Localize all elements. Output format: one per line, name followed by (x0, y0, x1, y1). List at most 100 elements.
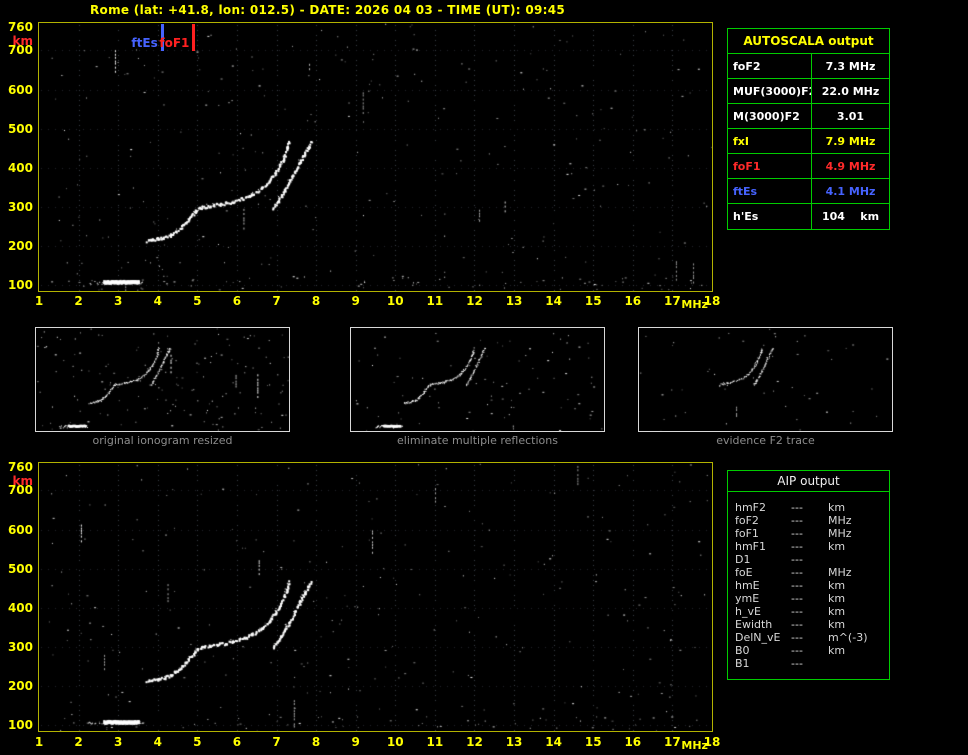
aip-param-name: B1 (735, 657, 750, 670)
x-tick-7: 7 (272, 735, 281, 749)
y-axis-unit-km: km (12, 34, 33, 48)
autoscala-param-label: M(3000)F2 (728, 104, 812, 128)
x-tick-5: 5 (193, 294, 202, 308)
y-tick-600: 600 (7, 82, 33, 97)
x-tick-11: 11 (426, 294, 444, 308)
ftEs-marker-label: ftEs (131, 36, 158, 50)
y-axis-unit-km: km (12, 474, 33, 488)
caption-eliminate-reflections: eliminate multiple reflections (397, 434, 558, 447)
x-tick-15: 15 (584, 735, 602, 749)
aip-param-value: --- (791, 644, 803, 657)
aip-param-name: h_vE (735, 605, 761, 618)
aip-param-name: DelN_vE (735, 631, 781, 644)
y-tick-400: 400 (7, 600, 33, 615)
autoscala-row-foF1: foF1 4.9 MHz (728, 154, 889, 179)
aip-table-title: AIP output (728, 471, 889, 492)
aip-param-value: --- (791, 605, 803, 618)
thumbnail-evidence-f2 (638, 327, 893, 432)
x-tick-4: 4 (153, 735, 162, 749)
y-tick-760: 760 (7, 459, 33, 474)
x-tick-12: 12 (466, 735, 483, 749)
aip-output-table: AIP output hmF2 --- km foF2 --- MHz foF1 --- MHz… (727, 470, 890, 680)
aip-row-D1: D1 --- (728, 553, 889, 566)
y-tick-500: 500 (7, 561, 33, 576)
autoscala-param-label: fxI (728, 129, 812, 153)
autoscala-param-value: 7.3 MHz (825, 60, 876, 73)
autoscala-param-label: foF2 (728, 54, 812, 78)
aip-param-unit: MHz (828, 514, 852, 527)
x-tick-4: 4 (153, 294, 162, 308)
x-tick-13: 13 (505, 735, 523, 749)
autoscala-param-label: MUF(3000)F2 (728, 79, 812, 103)
y-tick-400: 400 (7, 160, 33, 175)
aip-param-value: --- (791, 501, 803, 514)
x-tick-2: 2 (74, 294, 83, 308)
autoscala-param-value: 3.01 (836, 110, 865, 123)
x-tick-9: 9 (351, 735, 360, 749)
autoscala-param-value: 22.0 MHz (821, 85, 880, 98)
aip-row-foF2: foF2 --- MHz (728, 514, 889, 527)
autoscala-window: Rome (lat: +41.8, lon: 012.5) - DATE: 20… (0, 0, 968, 755)
aip-param-value: --- (791, 592, 803, 605)
aip-param-name: hmF1 (735, 540, 767, 553)
y-tick-300: 300 (7, 639, 33, 654)
caption-original-ionogram: original ionogram resized (92, 434, 233, 447)
aip-param-unit: MHz (828, 527, 852, 540)
aip-row-foF1: foF1 --- MHz (728, 527, 889, 540)
aip-param-name: ymE (735, 592, 760, 605)
x-tick-14: 14 (545, 735, 562, 749)
aip-row-DelN_vE: DelN_vE --- m^(-3) (728, 631, 889, 644)
x-tick-9: 9 (351, 294, 360, 308)
x-axis-unit-mhz: MHz (681, 298, 708, 311)
thumbnail-original-canvas (36, 328, 289, 431)
x-tick-15: 15 (584, 294, 602, 308)
aip-param-unit (828, 553, 889, 566)
aip-ionogram-plot (38, 462, 713, 732)
x-tick-14: 14 (545, 294, 562, 308)
autoscala-param-label: h'Es (728, 204, 812, 229)
aip-row-hmF2: hmF2 --- km (728, 501, 889, 514)
autoscala-param-label: foF1 (728, 154, 812, 178)
x-tick-3: 3 (113, 735, 123, 749)
autoscala-param-value: 7.9 MHz (825, 135, 876, 148)
aip-param-name: B0 (735, 644, 750, 657)
aip-param-name: foE (735, 566, 753, 579)
y-tick-500: 500 (7, 121, 33, 136)
aip-param-name: hmF2 (735, 501, 767, 514)
x-tick-11: 11 (426, 735, 444, 749)
aip-param-name: foF1 (735, 527, 759, 540)
y-tick-100: 100 (7, 718, 33, 733)
aip-param-unit: km (828, 605, 846, 618)
y-tick-200: 200 (7, 239, 33, 253)
aip-row-h_vE: h_vE --- km (728, 605, 889, 618)
aip-param-value: --- (791, 631, 803, 644)
aip-param-unit: km (828, 644, 846, 657)
aip-param-name: D1 (735, 553, 751, 566)
x-tick-3: 3 (113, 294, 123, 308)
x-tick-6: 6 (232, 735, 242, 749)
y-tick-200: 200 (7, 679, 33, 693)
aip-param-unit: m^(-3) (828, 631, 868, 644)
aip-row-B1: B1 --- (728, 657, 889, 670)
aip-param-name: hmE (735, 579, 760, 592)
aip-param-unit: km (828, 579, 846, 592)
autoscala-table-title: AUTOSCALA output (728, 29, 889, 54)
autoscala-param-value: 104 km (821, 210, 880, 223)
autoscala-row-MUF(3000)F2: MUF(3000)F2 22.0 MHz (728, 79, 889, 104)
aip-row-ymE: ymE --- km (728, 592, 889, 605)
x-tick-16: 16 (624, 735, 642, 749)
x-tick-10: 10 (386, 735, 404, 749)
y-tick-760: 760 (7, 19, 33, 34)
autoscala-row-foF2: foF2 7.3 MHz (728, 54, 889, 79)
x-axis-unit-mhz: MHz (681, 739, 708, 752)
aip-param-value: --- (791, 553, 803, 566)
aip-param-unit: MHz (828, 566, 852, 579)
aip-param-value: --- (791, 527, 803, 540)
autoscala-param-label: ftEs (728, 179, 812, 203)
aip-param-unit (828, 657, 889, 670)
autoscala-row-h'Es: h'Es 104 km (728, 204, 889, 229)
x-tick-5: 5 (193, 735, 202, 749)
thumbnail-f2-canvas (639, 328, 892, 431)
autoscala-row-M(3000)F2: M(3000)F2 3.01 (728, 104, 889, 129)
foF1-marker-line (192, 24, 196, 51)
